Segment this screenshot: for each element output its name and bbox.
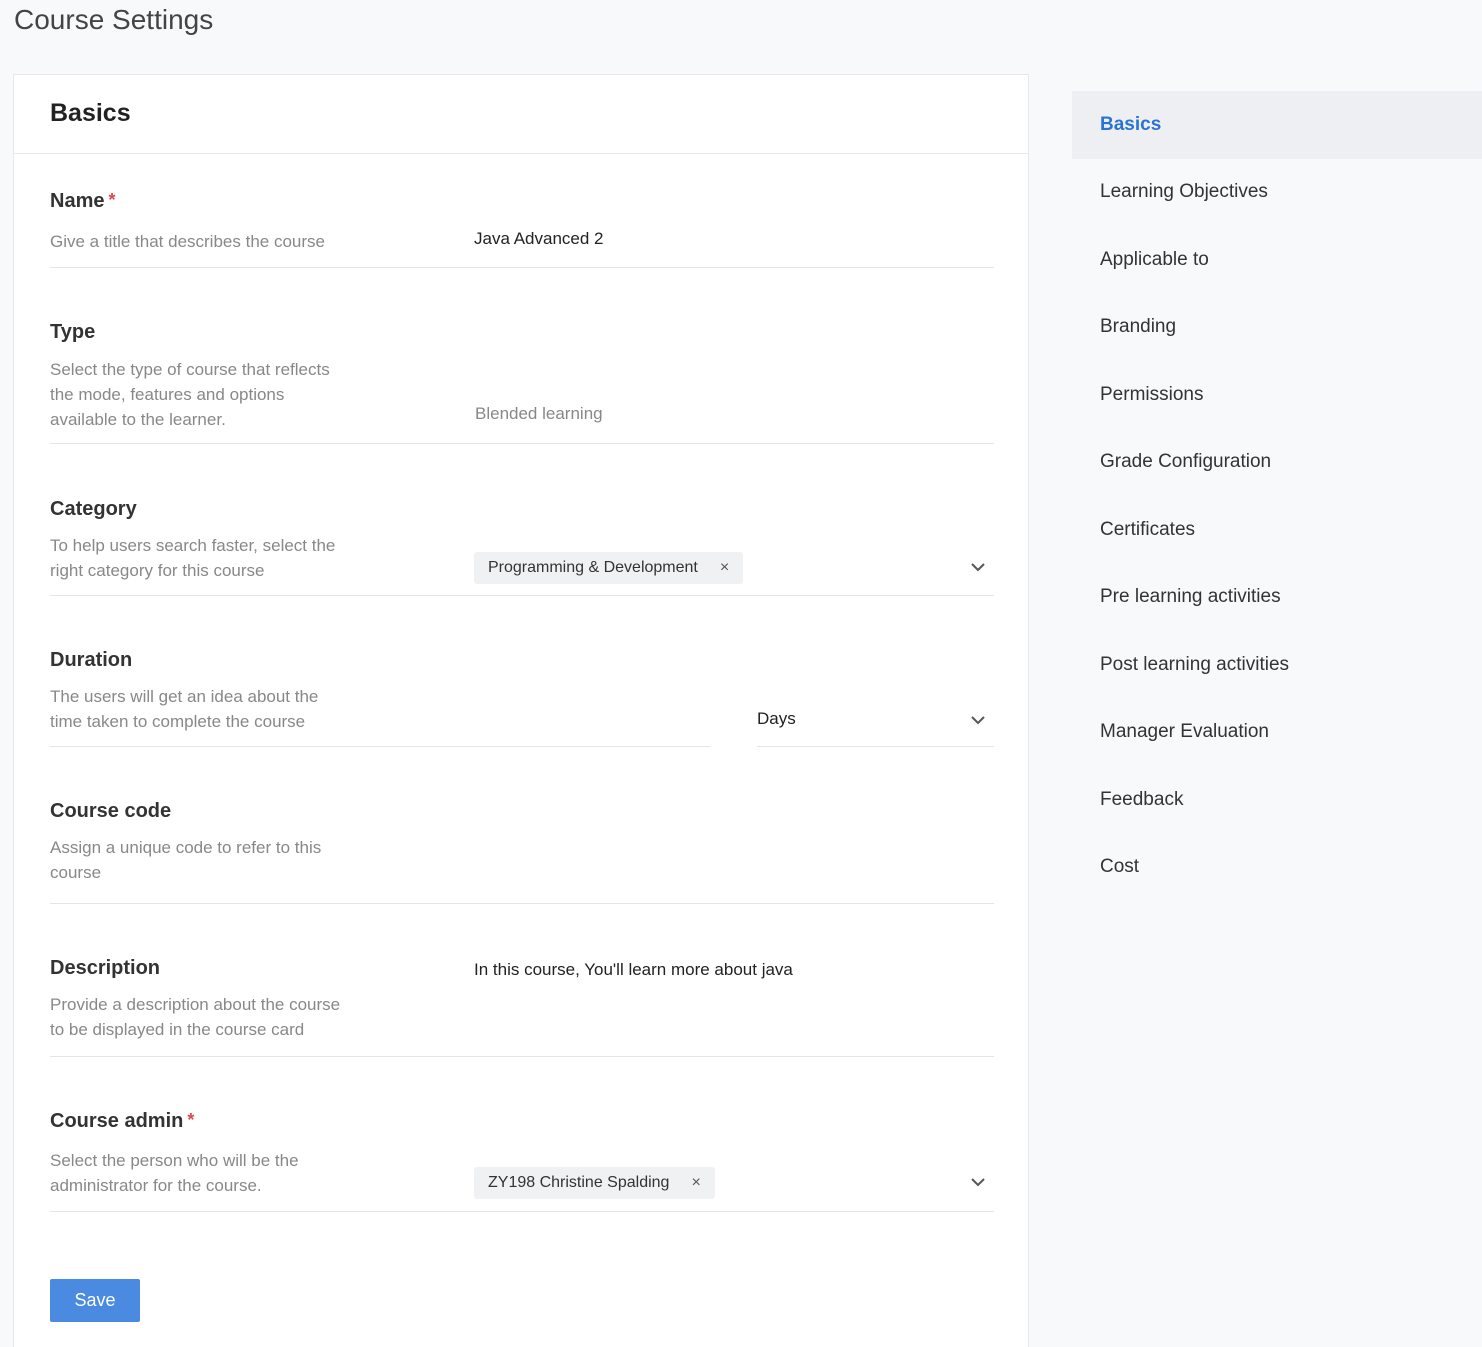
sidebar-item-pre-learning-activities[interactable]: Pre learning activities bbox=[1072, 564, 1482, 632]
name-field: Name * Give a title that describes the co… bbox=[50, 187, 994, 269]
chevron-down-icon[interactable] bbox=[970, 559, 986, 575]
chevron-down-icon[interactable] bbox=[970, 1174, 986, 1190]
card-header: Basics bbox=[14, 75, 1028, 154]
category-label: Category bbox=[50, 498, 137, 520]
description-hint: Provide a description about the course t… bbox=[50, 995, 341, 1039]
course-admin-chip: ZY198 Christine Spalding × bbox=[474, 1167, 715, 1199]
sidebar-item-permissions[interactable]: Permissions bbox=[1072, 361, 1482, 429]
sidebar-item-branding[interactable]: Branding bbox=[1072, 294, 1482, 362]
sidebar-item-basics[interactable]: Basics bbox=[1072, 91, 1482, 159]
save-button[interactable]: Save bbox=[50, 1279, 140, 1322]
name-label: Name * bbox=[50, 190, 116, 212]
course-code-field: Course code Assign a unique code to refe… bbox=[50, 797, 994, 907]
required-mark: * bbox=[108, 190, 116, 210]
divider bbox=[757, 746, 994, 747]
sidebar-item-learning-objectives[interactable]: Learning Objectives bbox=[1072, 159, 1482, 227]
sidebar-item-applicable-to[interactable]: Applicable to bbox=[1072, 226, 1482, 294]
divider bbox=[50, 267, 994, 268]
duration-hint: The users will get an idea about the tim… bbox=[50, 687, 319, 731]
remove-chip-icon[interactable]: × bbox=[691, 1174, 700, 1192]
type-field: Type Select the type of course that refl… bbox=[50, 318, 994, 448]
description-label: Description bbox=[50, 957, 161, 979]
description-field: Description Provide a description about … bbox=[50, 954, 994, 1064]
divider bbox=[50, 1211, 994, 1212]
sidebar-nav: Basics Learning Objectives Applicable to… bbox=[1072, 91, 1482, 901]
sidebar-item-feedback[interactable]: Feedback bbox=[1072, 766, 1482, 834]
category-chip: Programming & Development × bbox=[474, 552, 744, 584]
remove-chip-icon[interactable]: × bbox=[720, 559, 729, 577]
description-textarea[interactable]: In this course, You'll learn more about … bbox=[474, 960, 793, 980]
sidebar-item-post-learning-activities[interactable]: Post learning activities bbox=[1072, 631, 1482, 699]
page-title: Course Settings bbox=[14, 4, 214, 35]
name-hint: Give a title that describes the course bbox=[50, 232, 325, 251]
sidebar-item-certificates[interactable]: Certificates bbox=[1072, 496, 1482, 564]
duration-input[interactable] bbox=[50, 746, 710, 747]
course-code-label: Course code bbox=[50, 800, 172, 822]
divider bbox=[50, 443, 994, 444]
category-field: Category To help users search faster, se… bbox=[50, 495, 994, 605]
course-admin-label: Course admin * bbox=[50, 1110, 195, 1132]
section-title: Basics bbox=[50, 99, 131, 127]
sidebar-item-grade-configuration[interactable]: Grade Configuration bbox=[1072, 429, 1482, 497]
sidebar-item-cost[interactable]: Cost bbox=[1072, 834, 1482, 902]
required-mark: * bbox=[187, 1110, 195, 1130]
course-code-hint: Assign a unique code to refer to this co… bbox=[50, 838, 322, 882]
divider bbox=[50, 1056, 994, 1057]
course-admin-hint: Select the person who will be the admini… bbox=[50, 1151, 299, 1195]
divider bbox=[50, 903, 994, 904]
divider bbox=[50, 595, 994, 596]
type-hint: Select the type of course that reflects … bbox=[50, 360, 330, 429]
category-hint: To help users search faster, select the … bbox=[50, 536, 336, 580]
duration-unit-select[interactable]: Days bbox=[757, 709, 796, 729]
chevron-down-icon[interactable] bbox=[970, 712, 986, 728]
category-chip-label: Programming & Development bbox=[488, 559, 698, 576]
course-code-input[interactable] bbox=[474, 837, 994, 867]
name-input[interactable]: Java Advanced 2 bbox=[474, 229, 603, 249]
sidebar-item-manager-evaluation[interactable]: Manager Evaluation bbox=[1072, 699, 1482, 767]
course-admin-chip-label: ZY198 Christine Spalding bbox=[488, 1174, 670, 1191]
type-value: Blended learning bbox=[475, 404, 603, 423]
duration-field: Duration The users will get an idea abou… bbox=[50, 646, 994, 756]
duration-label: Duration bbox=[50, 649, 133, 671]
course-admin-field: Course admin * Select the person who will… bbox=[50, 1107, 994, 1217]
type-label: Type bbox=[50, 321, 96, 343]
basics-card: Basics Name * Give a title that describes… bbox=[13, 74, 1029, 1347]
